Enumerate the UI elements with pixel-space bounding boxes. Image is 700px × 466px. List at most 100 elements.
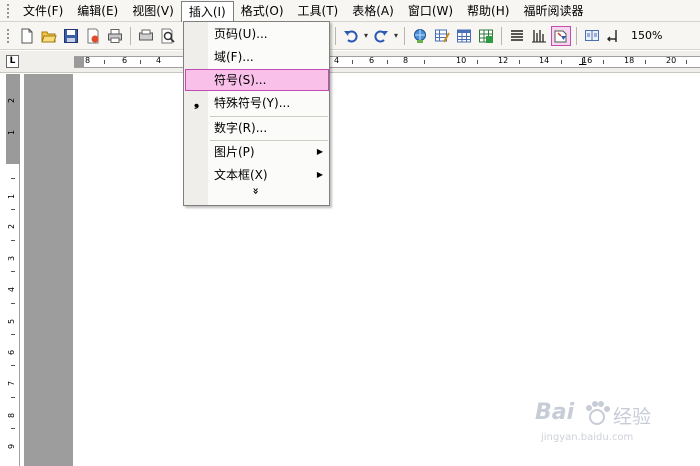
toolbar-separator — [576, 26, 577, 45]
columns-icon[interactable] — [507, 26, 527, 46]
menu-format[interactable]: 格式(O) — [234, 1, 291, 21]
print-icon[interactable] — [105, 26, 125, 46]
menu-table[interactable]: 表格(A) — [345, 1, 401, 21]
redo-icon[interactable] — [371, 26, 391, 46]
ruler-number: 3 — [7, 255, 17, 262]
menu-item-label: 域(F)... — [214, 50, 254, 64]
show-formatting-icon[interactable] — [604, 26, 624, 46]
ruler-number: 2 — [7, 223, 17, 230]
submenu-arrow-icon: ▶ — [316, 170, 323, 179]
redo-dropdown-icon[interactable]: ▾ — [392, 31, 400, 40]
ruler-tick — [11, 271, 15, 272]
reading-icon[interactable] — [582, 26, 602, 46]
menu-window[interactable]: 窗口(W) — [401, 1, 460, 21]
menu-item-label: 图片(P) — [214, 145, 255, 159]
ruler-number: 6 — [122, 56, 128, 65]
menu-insert[interactable]: 插入(I) — [180, 0, 234, 22]
ruler-number: 14 — [539, 56, 550, 65]
ruler-tick — [603, 60, 604, 64]
ruler-tick — [477, 60, 478, 64]
ruler-number: 10 — [456, 56, 467, 65]
ruler-number: 2 — [7, 97, 17, 104]
tables-borders-icon[interactable] — [432, 26, 452, 46]
right-indent-marker[interactable]: ⊥ — [578, 58, 587, 68]
paw-logo-icon — [586, 401, 610, 425]
toolbar-grip[interactable] — [6, 27, 10, 44]
ruler-tick — [11, 428, 15, 429]
menu-tools[interactable]: 工具(T) — [291, 1, 346, 21]
menu-item-special-symbol[interactable]: ❟ 特殊符号(Y)... — [185, 92, 329, 114]
vertical-ruler[interactable]: 2 1 1 2 3 4 5 6 7 8 9 — [6, 74, 20, 466]
horizontal-ruler[interactable]: 8 6 4 4 6 8 10 12 14 16 18 20 — [74, 56, 700, 68]
search-icon[interactable] — [158, 26, 178, 46]
undo-dropdown-icon[interactable]: ▾ — [362, 31, 370, 40]
menu-edit[interactable]: 编辑(E) — [70, 1, 125, 21]
ruler-tick — [104, 60, 105, 64]
menu-item-symbol[interactable]: 符号(S)... — [185, 69, 329, 91]
ruler-number: 8 — [85, 56, 91, 65]
ruler-tick — [11, 209, 15, 210]
watermark-brand-cn: 经验 — [613, 406, 652, 428]
menu-help[interactable]: 帮助(H) — [460, 1, 516, 21]
submenu-arrow-icon: ▶ — [316, 147, 323, 156]
new-doc-icon[interactable] — [17, 26, 37, 46]
permission-icon[interactable] — [83, 26, 103, 46]
ruler-number: 9 — [7, 443, 17, 450]
ruler-tick — [424, 60, 425, 64]
ruler-number: 6 — [369, 56, 375, 65]
zoom-level[interactable]: 150% — [631, 29, 662, 42]
ruler-tick — [387, 60, 388, 64]
ruler-number: 7 — [7, 380, 17, 387]
menu-item-label: 页码(U)... — [214, 27, 268, 41]
save-icon[interactable] — [61, 26, 81, 46]
document-map-icon[interactable] — [551, 25, 571, 46]
menubar-grip[interactable] — [6, 2, 10, 19]
special-symbol-icon: ❟ — [194, 95, 200, 110]
tab-stop-selector[interactable]: L — [6, 55, 19, 68]
baidu-jingyan-watermark: Bai 经验 jingyan.baidu.com — [535, 400, 665, 452]
horizontal-ruler-row: L 8 6 4 4 6 8 10 12 14 16 18 20 ⊥ — [0, 51, 700, 73]
menu-item-page-number[interactable]: 页码(U)... — [185, 23, 329, 45]
ruler-margin-shade — [74, 57, 84, 67]
open-folder-icon[interactable] — [39, 26, 59, 46]
ruler-tick — [11, 365, 15, 366]
ruler-number: 8 — [403, 56, 409, 65]
ruler-tick — [352, 60, 353, 64]
undo-icon[interactable] — [341, 26, 361, 46]
menu-item-label: 特殊符号(Y)... — [214, 96, 291, 110]
ruler-number: 8 — [7, 412, 17, 419]
menu-file[interactable]: 文件(F) — [16, 1, 70, 21]
menu-item-text-box[interactable]: 文本框(X) ▶ — [185, 164, 329, 186]
hyperlink-icon[interactable] — [410, 26, 430, 46]
print-preview-icon[interactable] — [136, 26, 156, 46]
toolbar-separator — [404, 26, 405, 45]
ruler-number: 5 — [7, 318, 17, 325]
ruler-number: 4 — [334, 56, 340, 65]
menu-item-label: 文本框(X) — [214, 168, 268, 182]
menu-item-number[interactable]: 数字(R)... — [185, 117, 329, 139]
ruler-margin-shade — [6, 74, 20, 164]
menu-foxit-reader[interactable]: 福昕阅读器 — [516, 1, 590, 21]
menu-view[interactable]: 视图(V) — [125, 1, 181, 21]
ruler-tick — [11, 303, 15, 304]
ruler-tick — [561, 60, 562, 64]
menu-item-picture[interactable]: 图片(P) ▶ — [185, 141, 329, 163]
menu-item-field[interactable]: 域(F)... — [185, 46, 329, 68]
ruler-number: 1 — [7, 129, 17, 136]
ruler-tick — [140, 60, 141, 64]
toolbar-separator — [130, 26, 131, 45]
page-margin-area — [24, 74, 73, 466]
drawing-icon[interactable] — [529, 26, 549, 46]
ruler-tick — [519, 60, 520, 64]
ruler-tick — [645, 60, 646, 64]
toolbar-separator — [335, 26, 336, 45]
insert-excel-icon[interactable] — [476, 26, 496, 46]
ruler-tick — [11, 178, 15, 179]
ruler-number: 6 — [7, 349, 17, 356]
ruler-number: 4 — [7, 286, 17, 293]
menu-bar: 文件(F) 编辑(E) 视图(V) 插入(I) 格式(O) 工具(T) 表格(A… — [0, 0, 700, 22]
ruler-tick — [11, 334, 15, 335]
expand-menu-chevron-icon[interactable]: » — [250, 187, 263, 194]
insert-table-icon[interactable] — [454, 26, 474, 46]
toolbar-separator — [501, 26, 502, 45]
